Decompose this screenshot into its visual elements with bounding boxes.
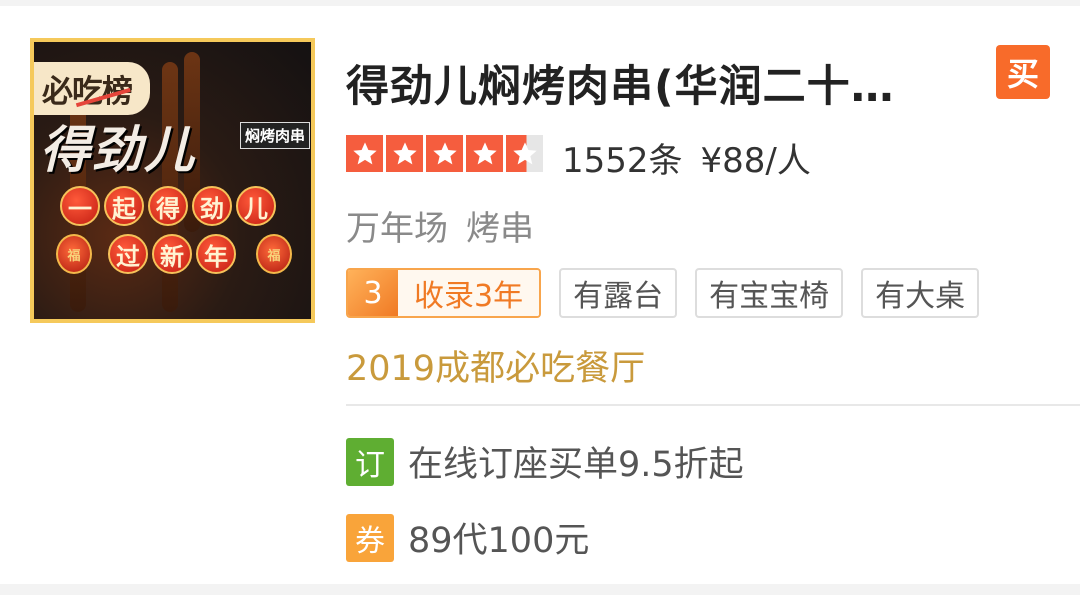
must-eat-badge: 必吃榜 <box>34 62 150 115</box>
slogan-char: 劲 <box>192 186 232 226</box>
voucher-icon: 券 <box>346 513 394 562</box>
slogan-char: 新 <box>152 234 192 274</box>
shop-location: 万年场 烤串 <box>346 201 534 250</box>
deal-reservation[interactable]: 订 在线订座买单9.5折起 <box>346 436 744 487</box>
buy-badge[interactable]: 买 <box>996 45 1050 99</box>
deal-voucher[interactable]: 券 89代100元 <box>346 512 589 563</box>
shop-title[interactable]: 得劲儿焖烤肉串(华润二十… <box>346 52 895 114</box>
listed-years-tag: 3 收录3年 <box>346 268 542 318</box>
rating-stars <box>346 135 543 172</box>
lantern-icon: 福 <box>56 234 92 274</box>
star-icon <box>426 135 463 172</box>
district: 万年场 <box>346 209 448 249</box>
deal-text: 89代100元 <box>408 521 590 561</box>
feature-tag: 有宝宝椅 <box>695 268 844 318</box>
slogan-char: 过 <box>108 234 148 274</box>
slogan-char: 得 <box>148 186 188 226</box>
deal-text: 在线订座买单9.5折起 <box>408 445 744 485</box>
star-icon <box>346 135 383 172</box>
listed-years-number: 3 <box>348 270 398 316</box>
slogan-char: 年 <box>196 234 236 274</box>
feature-tag: 有露台 <box>559 268 678 318</box>
rating-meta: 1552条 ¥88/人 <box>562 133 811 182</box>
slogan-char: 一 <box>60 186 100 226</box>
listed-years-text: 收录3年 <box>398 270 540 316</box>
half-star-icon <box>506 135 543 172</box>
shop-card[interactable]: 必吃榜 得劲儿 焖烤肉串 一 起 得 劲 儿 过 新 年 福 福 得劲儿焖烤肉串… <box>0 6 1080 584</box>
award-text[interactable]: 2019成都必吃餐厅 <box>346 340 645 391</box>
divider <box>346 404 1080 406</box>
feature-tag: 有大桌 <box>861 268 980 318</box>
slogan-char: 起 <box>104 186 144 226</box>
reservation-icon: 订 <box>346 437 394 486</box>
thumbnail-slogan-row2: 过 新 年 <box>108 234 236 274</box>
star-icon <box>386 135 423 172</box>
review-count: 1552条 <box>562 141 683 181</box>
lantern-icon: 福 <box>256 234 292 274</box>
shop-thumbnail[interactable]: 必吃榜 得劲儿 焖烤肉串 一 起 得 劲 儿 过 新 年 福 福 <box>30 38 315 323</box>
thumbnail-slogan-row1: 一 起 得 劲 儿 <box>60 186 276 226</box>
avg-price: ¥88/人 <box>700 141 811 181</box>
thumbnail-brand-tag: 焖烤肉串 <box>240 122 311 149</box>
star-icon <box>466 135 503 172</box>
tag-row: 3 收录3年 有露台 有宝宝椅 有大桌 <box>346 268 980 318</box>
category: 烤串 <box>466 209 534 249</box>
slogan-char: 儿 <box>236 186 276 226</box>
thumbnail-brand: 得劲儿 <box>40 121 196 179</box>
